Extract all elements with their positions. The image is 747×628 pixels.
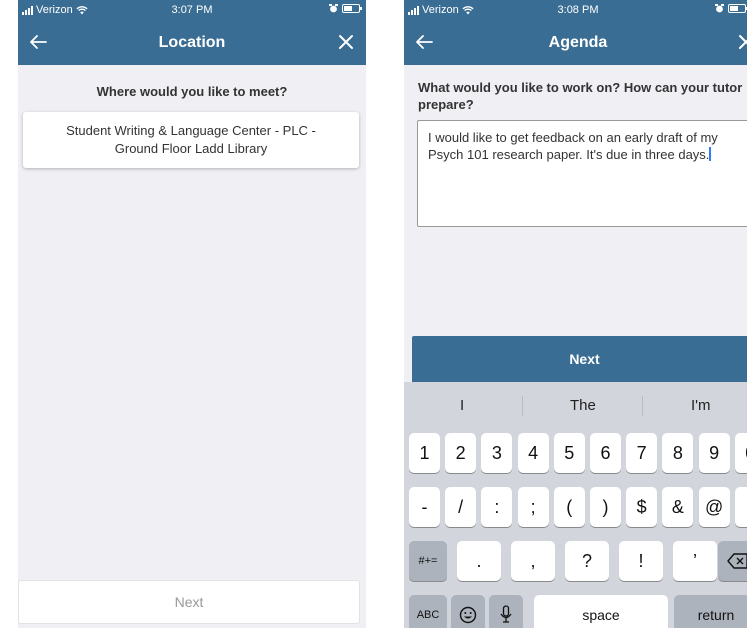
dictation-key[interactable] [489,595,523,628]
header: Verizon 3:07 PM Location [18,0,366,65]
key-punctuation[interactable]: ? [565,541,609,581]
page-title: Location [158,34,226,51]
more-symbols-key[interactable]: #+= [409,541,447,581]
alarm-icon [329,4,338,13]
return-key[interactable]: return [674,595,747,628]
header: Verizon 3:08 PM Agenda [404,0,747,65]
key-symbol[interactable]: / [445,487,477,527]
key-punctuation[interactable]: , [511,541,555,581]
location-option[interactable]: Student Writing & Language Center - PLC … [23,112,359,168]
abc-key[interactable]: ABC [409,595,447,628]
backspace-key[interactable] [718,541,747,581]
key-symbol[interactable]: ( [553,487,585,527]
key-symbol[interactable]: - [409,487,440,527]
key-punctuation[interactable]: . [457,541,501,581]
key-symbol[interactable]: ” [734,487,747,527]
close-icon[interactable] [732,28,747,56]
key-2[interactable]: 2 [445,433,477,473]
key-4[interactable]: 4 [517,433,549,473]
emoji-key[interactable] [451,595,485,628]
key-1[interactable]: 1 [409,433,440,473]
key-symbol[interactable]: & [662,487,694,527]
key-symbol[interactable]: @ [698,487,730,527]
key-0[interactable]: 0 [734,433,747,473]
agenda-text: I would like to get feedback on an early… [428,130,718,162]
close-icon[interactable] [332,28,360,56]
page-title: Agenda [548,34,608,51]
keyboard: I The I'm 1 -2 /3:4;5 (6)7 $8 &9 @0 ” #+=.,?!’ AB… [404,382,747,628]
key-3[interactable]: 3 [481,433,513,473]
space-key[interactable]: space [534,595,668,628]
backspace-icon [727,553,747,569]
key-symbol[interactable]: $ [626,487,658,527]
nav-bar: Location [18,21,366,65]
location-line-2: Ground Floor Ladd Library [114,141,268,156]
status-bar: Verizon 3:07 PM [18,0,366,21]
status-bar: Verizon 3:08 PM [404,0,747,21]
key-symbol[interactable]: ; [517,487,549,527]
suggestion-2[interactable]: The [570,397,596,414]
suggestion-divider [642,396,643,416]
alarm-icon [715,4,724,13]
agenda-question: What would you like to work on? How can … [418,80,743,112]
key-symbol[interactable]: ) [590,487,621,527]
key-symbol[interactable]: : [481,487,513,527]
text-caret [709,147,712,161]
battery-icon [342,4,362,13]
agenda-textarea[interactable]: I would like to get feedback on an early… [417,120,747,227]
key-7[interactable]: 7 [626,433,658,473]
key-6[interactable]: 6 [590,433,621,473]
agenda-screen: Verizon 3:08 PM Agenda What would you li… [404,0,747,628]
status-time: 3:08 PM [557,4,599,16]
key-punctuation[interactable]: ’ [673,541,717,581]
meeting-question: Where would you like to meet? [96,84,288,99]
next-button[interactable]: Next [412,336,747,382]
suggestion-1[interactable]: I [460,397,464,414]
key-9[interactable]: 9 [698,433,730,473]
suggestion-bar: I The I'm [404,382,747,428]
microphone-icon [500,605,512,623]
suggestion-3[interactable]: I'm [691,397,711,414]
next-button[interactable]: Next [18,580,360,624]
suggestion-divider [522,396,523,416]
location-line-1: Student Writing & Language Center - PLC … [66,123,316,138]
location-screen: Verizon 3:07 PM Location Where would you… [18,0,366,628]
emoji-icon [459,606,477,624]
key-punctuation[interactable]: ! [619,541,663,581]
nav-bar: Agenda [404,21,747,65]
status-time: 3:07 PM [171,4,213,16]
key-8[interactable]: 8 [662,433,694,473]
key-5[interactable]: 5 [553,433,585,473]
battery-icon [728,4,747,13]
